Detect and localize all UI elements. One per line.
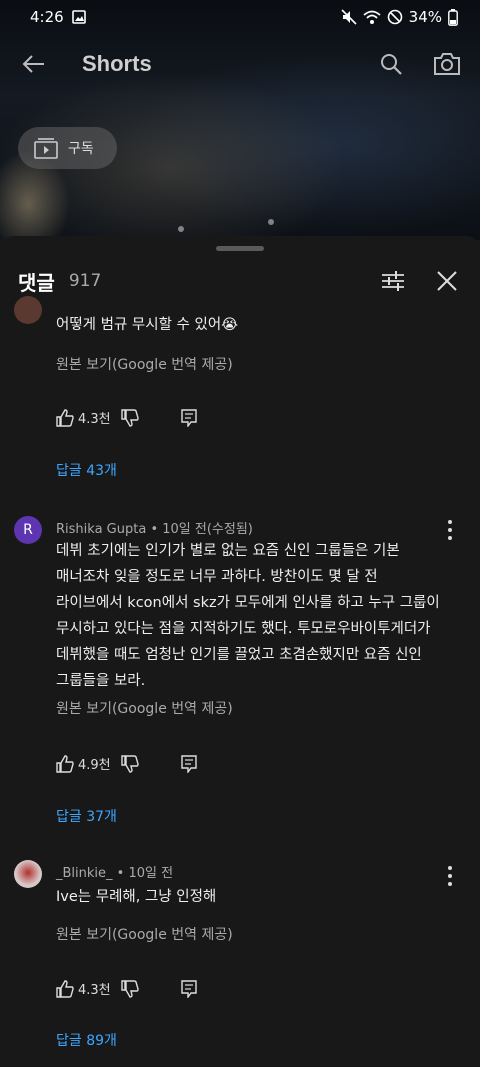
avatar[interactable]: R bbox=[14, 516, 42, 544]
replies-link[interactable]: 답글 89개 bbox=[56, 1030, 117, 1050]
comment-text-line: 그룹들을 보라. bbox=[56, 673, 146, 689]
mute-icon bbox=[341, 9, 357, 25]
like-count: 4.9천 bbox=[78, 758, 111, 773]
comment-time: 10일 전(수정됨) bbox=[162, 522, 253, 537]
meta-separator: • bbox=[150, 522, 163, 537]
see-original-link[interactable]: 원본 보기(Google 번역 제공) bbox=[56, 698, 233, 718]
reply-icon bbox=[180, 979, 197, 998]
replies-link[interactable]: 답글 37개 bbox=[56, 806, 117, 826]
do-not-disturb-icon bbox=[387, 9, 402, 25]
more-options-button[interactable] bbox=[442, 520, 458, 540]
comment-text: 어떻게 범규 무시할 수 있어😭 bbox=[56, 317, 239, 333]
more-vert-icon bbox=[448, 520, 452, 524]
comment-meta: _Blinkie_ • 10일 전 bbox=[56, 862, 173, 881]
comment-meta: Rishika Gupta • 10일 전(수정됨) bbox=[56, 518, 253, 537]
meta-separator: • bbox=[116, 866, 129, 881]
drag-handle[interactable] bbox=[216, 246, 264, 251]
thumbs-down-icon bbox=[120, 408, 139, 427]
dislike-button[interactable] bbox=[120, 979, 139, 998]
avatar-letter: R bbox=[23, 522, 33, 538]
like-button[interactable]: 4.9천 bbox=[56, 754, 111, 773]
thumbs-down-icon bbox=[120, 979, 139, 998]
filter-button[interactable] bbox=[378, 266, 408, 296]
filter-icon bbox=[382, 271, 404, 291]
comment-actions: 4.9천 bbox=[56, 754, 197, 773]
back-arrow-icon bbox=[22, 55, 44, 73]
video-particle bbox=[268, 219, 274, 225]
reply-button[interactable] bbox=[180, 754, 197, 773]
avatar[interactable] bbox=[14, 860, 42, 888]
back-button[interactable] bbox=[18, 49, 48, 79]
like-count: 4.3천 bbox=[78, 412, 111, 427]
comment-text: 데뷔 초기에는 인기가 별로 없는 요즘 신인 그룹들은 기본 매너조차 잊을 … bbox=[56, 538, 456, 694]
more-vert-icon bbox=[448, 866, 452, 870]
comments-count: 917 bbox=[68, 271, 102, 291]
camera-icon bbox=[434, 53, 460, 75]
like-button[interactable]: 4.3천 bbox=[56, 979, 111, 998]
see-original-link[interactable]: 원본 보기(Google 번역 제공) bbox=[56, 354, 233, 374]
close-icon bbox=[437, 271, 457, 291]
wifi-icon bbox=[363, 10, 381, 24]
dislike-button[interactable] bbox=[120, 754, 139, 773]
comment-author[interactable]: Rishika Gupta bbox=[56, 522, 146, 537]
gallery-notification-icon bbox=[71, 10, 86, 24]
comment-text-line: 라이브에서 kcon에서 skz가 모두에게 인사를 하고 누구 그룹이 bbox=[56, 595, 440, 611]
reply-icon bbox=[180, 754, 197, 773]
replies-link[interactable]: 답글 43개 bbox=[56, 460, 117, 480]
status-bar: 4:26 34% bbox=[0, 0, 480, 34]
search-icon bbox=[381, 54, 402, 75]
comment-author[interactable]: _Blinkie_ bbox=[56, 866, 113, 881]
thumbs-down-icon bbox=[120, 754, 139, 773]
close-button[interactable] bbox=[432, 266, 462, 296]
status-time: 4:26 bbox=[30, 8, 64, 26]
dislike-button[interactable] bbox=[120, 408, 139, 427]
comments-header: 댓글 917 bbox=[0, 258, 480, 304]
like-count: 4.3천 bbox=[78, 983, 111, 998]
thumbs-up-icon bbox=[56, 754, 74, 773]
comments-sheet: 댓글 917 어떻게 범규 무시할 수 있어😭 원본 보기(Google 번역 … bbox=[0, 236, 480, 1067]
camera-button[interactable] bbox=[432, 49, 462, 79]
comments-title: 댓글 bbox=[18, 270, 55, 295]
reply-button[interactable] bbox=[180, 408, 197, 427]
battery-icon bbox=[448, 8, 458, 26]
comment-text-line: 데뷔했을 때도 엄청난 인기를 끌었고 초겸손했지만 요즘 신인 bbox=[56, 647, 422, 663]
subscribe-label: 구독 bbox=[68, 141, 94, 157]
reply-button[interactable] bbox=[180, 979, 197, 998]
more-options-button[interactable] bbox=[442, 866, 458, 886]
page-title: Shorts bbox=[82, 51, 152, 76]
thumbs-up-icon bbox=[56, 408, 74, 427]
battery-percent: 34% bbox=[408, 8, 442, 26]
avatar[interactable] bbox=[14, 296, 42, 324]
like-button[interactable]: 4.3천 bbox=[56, 408, 111, 427]
top-app-bar: Shorts bbox=[0, 34, 480, 94]
comment-text-line: 데뷔 초기에는 인기가 별로 없는 요즘 신인 그룹들은 기본 bbox=[56, 543, 400, 559]
video-particle bbox=[178, 226, 184, 232]
comment-actions: 4.3천 bbox=[56, 979, 197, 998]
see-original-link[interactable]: 원본 보기(Google 번역 제공) bbox=[56, 924, 233, 944]
comment-text-line: 무시하고 있다는 점을 지적하기도 했다. 투모로우바이투게더가 bbox=[56, 621, 431, 637]
comment-text: Ive는 무례해, 그냥 인정해 bbox=[56, 889, 217, 905]
thumbs-up-icon bbox=[56, 979, 74, 998]
comment-actions: 4.3천 bbox=[56, 408, 197, 427]
search-button[interactable] bbox=[376, 49, 406, 79]
reply-icon bbox=[180, 408, 197, 427]
comment-time: 10일 전 bbox=[128, 866, 174, 881]
comment-text-line: 매너조차 잊을 정도로 너무 과하다. 방찬이도 몇 달 전 bbox=[56, 569, 378, 585]
subscribe-button[interactable]: 구독 bbox=[18, 127, 117, 169]
subscriptions-icon bbox=[34, 138, 58, 159]
